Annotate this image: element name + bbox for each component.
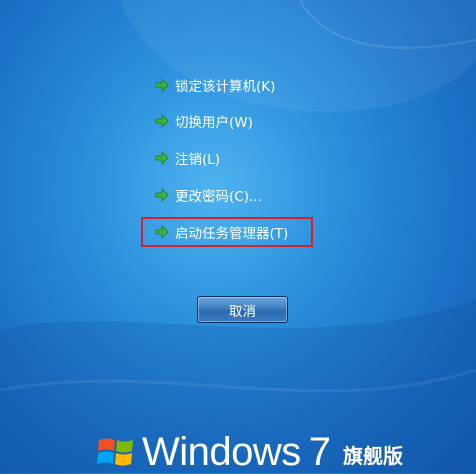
windows-version: 7 <box>308 430 332 474</box>
menu-item-switch-user[interactable]: 切换用户(W) <box>154 108 253 134</box>
highlight-box <box>141 217 313 247</box>
windows-logo-icon <box>97 438 133 466</box>
menu-item-change-password[interactable]: 更改密码(C)... <box>154 182 262 208</box>
menu-item-log-off[interactable]: 注销(L) <box>154 145 220 171</box>
windows-wordmark: Windows <box>142 430 301 474</box>
menu-item-lock-computer[interactable]: 锁定该计算机(K) <box>154 72 275 98</box>
green-arrow-icon <box>155 114 169 128</box>
cancel-button[interactable]: 取消 <box>197 296 288 323</box>
green-arrow-icon <box>155 78 169 92</box>
windows-branding: Windows 7 旗舰版 <box>96 428 403 472</box>
green-arrow-icon <box>155 188 169 202</box>
menu-item-label: 更改密码(C)... <box>175 189 262 205</box>
menu-item-label: 锁定该计算机(K) <box>175 79 276 95</box>
green-arrow-icon <box>155 151 169 165</box>
windows-edition: 旗舰版 <box>343 444 404 468</box>
menu-item-label: 切换用户(W) <box>175 115 253 131</box>
menu-item-label: 注销(L) <box>175 152 221 168</box>
